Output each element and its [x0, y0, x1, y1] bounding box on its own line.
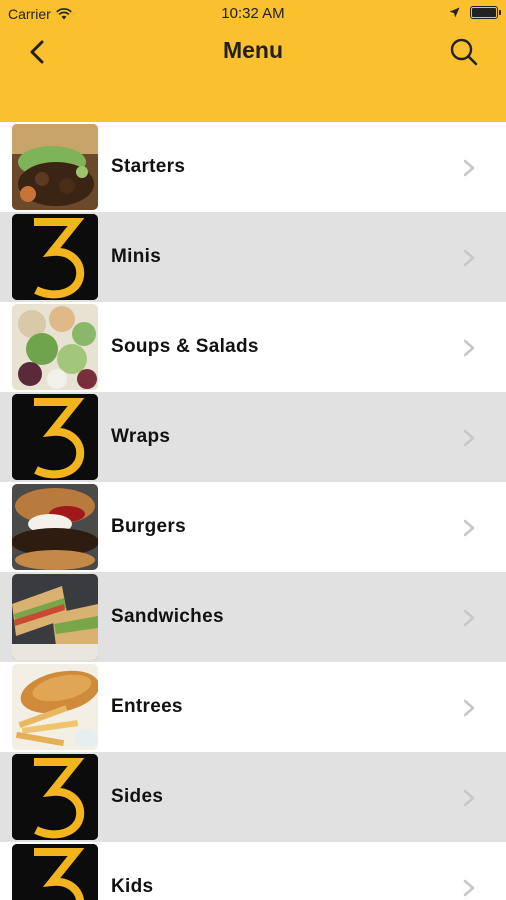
menu-item-sides[interactable]: Sides [0, 752, 506, 842]
search-icon [450, 38, 478, 66]
status-right [449, 6, 501, 19]
menu-item-minis[interactable]: Minis [0, 212, 506, 302]
battery-icon [470, 6, 501, 19]
menu-item-soups-salads[interactable]: Soups & Salads [0, 302, 506, 392]
menu-item-wraps[interactable]: Wraps [0, 392, 506, 482]
page-title: Menu [222, 37, 284, 63]
menu-item-starters[interactable]: Starters [0, 122, 506, 212]
chevron-right-icon [463, 429, 475, 447]
logo-3-thumbnail [12, 214, 98, 300]
status-bar: Carrier 10:32 AM [0, 0, 506, 28]
menu-list: Starters Minis Soups & Salads Wraps Burg… [0, 122, 506, 900]
logo-3-thumbnail [12, 754, 98, 840]
sandwiches-thumbnail [12, 574, 98, 660]
search-button[interactable] [448, 36, 480, 68]
menu-item-label: Wraps [111, 426, 171, 447]
chevron-right-icon [463, 789, 475, 807]
burgers-thumbnail [12, 484, 98, 570]
chevron-right-icon [463, 609, 475, 627]
entrees-thumbnail [12, 664, 98, 750]
menu-item-label: Burgers [111, 516, 186, 537]
location-arrow-icon [449, 7, 460, 18]
logo-3-thumbnail [12, 844, 98, 900]
menu-item-label: Minis [111, 246, 162, 267]
chevron-right-icon [463, 699, 475, 717]
chevron-right-icon [463, 159, 475, 177]
menu-item-label: Sides [111, 786, 164, 807]
starters-thumbnail [12, 124, 98, 210]
menu-item-label: Starters [111, 156, 186, 177]
chevron-right-icon [463, 519, 475, 537]
chevron-right-icon [463, 249, 475, 267]
soups-salads-thumbnail [12, 304, 98, 390]
menu-item-label: Sandwiches [111, 606, 224, 627]
chevron-right-icon [463, 879, 475, 897]
menu-item-entrees[interactable]: Entrees [0, 662, 506, 752]
menu-item-label: Kids [111, 876, 154, 897]
menu-item-label: Soups & Salads [111, 336, 259, 357]
menu-item-kids[interactable]: Kids [0, 842, 506, 900]
menu-item-sandwiches[interactable]: Sandwiches [0, 572, 506, 662]
status-time: 10:32 AM [221, 5, 285, 22]
app-header: Carrier 10:32 AM Menu [0, 0, 506, 122]
chevron-right-icon [463, 339, 475, 357]
menu-item-label: Entrees [111, 696, 183, 717]
logo-3-thumbnail [12, 394, 98, 480]
menu-item-burgers[interactable]: Burgers [0, 482, 506, 572]
